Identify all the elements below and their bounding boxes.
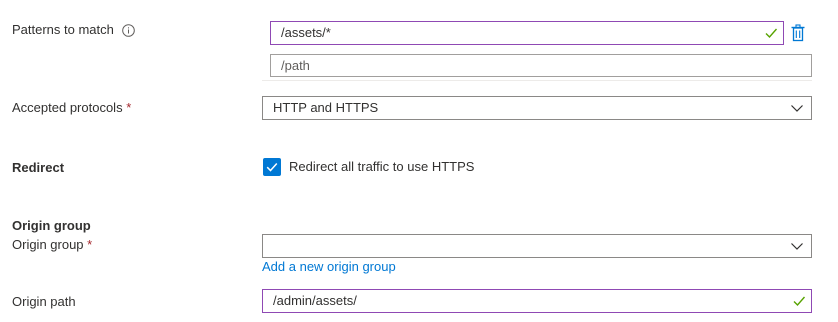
protocols-label: Accepted protocols (12, 100, 123, 115)
redirect-checkbox-label[interactable]: Redirect all traffic to use HTTPS (289, 159, 474, 175)
protocols-dropdown[interactable]: HTTP and HTTPS (262, 96, 812, 120)
origin-path-input-value: /admin/assets/ (273, 293, 357, 308)
origin-group-required-mark: * (87, 237, 93, 252)
origin-group-dropdown[interactable] (262, 234, 812, 258)
origin-group-label: Origin group (12, 237, 84, 252)
protocols-required-mark: * (126, 100, 132, 115)
pattern-input-2[interactable]: /path (270, 54, 812, 77)
pattern-input-1-value: /assets/* (281, 25, 331, 40)
protocols-dropdown-value: HTTP and HTTPS (273, 100, 379, 115)
checkmark-icon (765, 28, 778, 39)
redirect-label: Redirect (12, 160, 65, 175)
protocols-row-label: Accepted protocols * (12, 100, 131, 116)
origin-group-row-label: Origin group * (12, 237, 92, 253)
trash-icon[interactable] (790, 24, 806, 42)
chevron-down-icon[interactable] (790, 239, 804, 253)
origin-path-label: Origin path (12, 294, 76, 309)
patterns-divider (262, 80, 812, 81)
origin-group-heading: Origin group (12, 218, 91, 233)
origin-path-input[interactable]: /admin/assets/ (262, 289, 812, 313)
pattern-input-2-placeholder: /path (281, 58, 310, 73)
info-icon[interactable] (122, 24, 135, 37)
pattern-input-1[interactable]: /assets/* (270, 21, 784, 45)
patterns-row-label: Patterns to match (12, 22, 114, 38)
chevron-down-icon[interactable] (790, 101, 804, 115)
checkbox-check-icon (266, 162, 278, 172)
patterns-label: Patterns to match (12, 22, 114, 37)
add-origin-group-link[interactable]: Add a new origin group (262, 259, 396, 275)
redirect-checkbox[interactable] (263, 158, 281, 176)
checkmark-icon (793, 296, 806, 307)
